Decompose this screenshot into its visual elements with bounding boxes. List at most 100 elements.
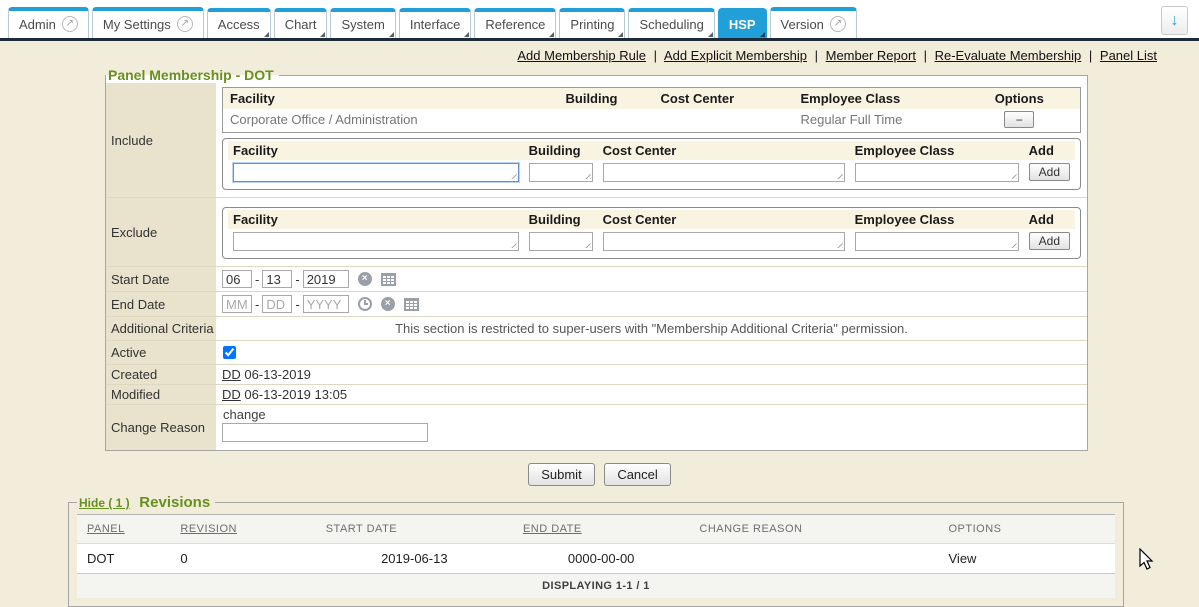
- change-reason-label: Change Reason: [106, 405, 216, 450]
- external-link-icon: ↗: [830, 16, 846, 32]
- modified-label: Modified: [106, 385, 216, 404]
- revision-change-reason: [689, 544, 938, 574]
- link-separator: |: [654, 48, 657, 63]
- member-report-link[interactable]: Member Report: [826, 48, 916, 63]
- exclude-employee-class-input[interactable]: [855, 232, 1019, 251]
- tab-label: Reference: [485, 17, 545, 32]
- active-checkbox[interactable]: [223, 346, 236, 359]
- include-rules-table: Facility Building Cost Center Employee C…: [222, 87, 1081, 133]
- tab-printing[interactable]: Printing: [559, 8, 625, 38]
- col-facility: Facility: [223, 88, 559, 110]
- change-reason-row: Change Reason change: [106, 405, 1087, 450]
- col-employee-class: Employee Class: [850, 141, 1024, 160]
- tab-label: Access: [218, 17, 260, 32]
- col-employee-class: Employee Class: [794, 88, 959, 110]
- revision-view-link[interactable]: View: [939, 544, 1116, 574]
- include-row: Include Facility Building Cost Center Em…: [106, 83, 1087, 198]
- col-add: Add: [1024, 141, 1075, 160]
- clear-date-icon[interactable]: ×: [358, 272, 372, 286]
- include-building-input[interactable]: [529, 163, 593, 182]
- include-add-button[interactable]: Add: [1029, 163, 1070, 181]
- start-date-month-input[interactable]: [222, 270, 252, 288]
- collapse-menu-button[interactable]: ↓: [1161, 6, 1188, 35]
- col-revision[interactable]: REVISION: [170, 515, 315, 544]
- down-arrow-icon: ↓: [1171, 12, 1179, 30]
- remove-rule-button[interactable]: −: [1004, 111, 1034, 128]
- col-options: Options: [959, 88, 1081, 110]
- tab-my-settings[interactable]: My Settings ↗: [92, 7, 204, 38]
- tab-label: My Settings: [103, 17, 171, 32]
- tab-version[interactable]: Version ↗: [770, 7, 857, 38]
- include-cost-center-input[interactable]: [603, 163, 845, 182]
- hide-revisions-link[interactable]: Hide ( 1 ): [79, 496, 130, 510]
- external-link-icon: ↗: [62, 16, 78, 32]
- col-building: Building: [524, 141, 598, 160]
- add-explicit-membership-link[interactable]: Add Explicit Membership: [664, 48, 807, 63]
- exclude-add-button[interactable]: Add: [1029, 232, 1070, 250]
- calendar-icon[interactable]: [381, 273, 396, 286]
- created-date: 06-13-2019: [244, 367, 311, 382]
- start-date-row: Start Date - - ×: [106, 267, 1087, 292]
- date-separator: -: [255, 272, 259, 287]
- include-employee-class-input[interactable]: [855, 163, 1019, 182]
- re-evaluate-membership-link[interactable]: Re-Evaluate Membership: [935, 48, 1082, 63]
- link-separator: |: [815, 48, 818, 63]
- exclude-facility-input[interactable]: [233, 232, 519, 251]
- col-add: Add: [1024, 210, 1075, 229]
- col-end-date[interactable]: END DATE: [513, 515, 689, 544]
- tab-label: Chart: [285, 17, 317, 32]
- col-options: OPTIONS: [939, 515, 1116, 544]
- start-date-day-input[interactable]: [262, 270, 292, 288]
- exclude-cost-center-input[interactable]: [603, 232, 845, 251]
- tab-system[interactable]: System: [330, 8, 395, 38]
- modified-row: Modified DD 06-13-2019 13:05: [106, 385, 1087, 405]
- end-date-day-input[interactable]: [262, 295, 292, 313]
- include-facility-input[interactable]: [233, 163, 519, 182]
- tab-chart[interactable]: Chart: [274, 8, 328, 38]
- link-separator: |: [924, 48, 927, 63]
- mouse-cursor-icon: [1138, 548, 1156, 572]
- revision-start-date: 2019-06-13: [316, 544, 513, 574]
- created-user-link[interactable]: DD: [222, 367, 241, 382]
- tab-label: System: [341, 17, 384, 32]
- tab-admin[interactable]: Admin ↗: [8, 7, 89, 38]
- tab-scheduling[interactable]: Scheduling: [628, 8, 714, 38]
- active-row: Active: [106, 341, 1087, 365]
- end-date-label: End Date: [106, 292, 216, 316]
- date-separator: -: [255, 297, 259, 312]
- tab-hsp-active[interactable]: HSP: [718, 8, 767, 38]
- revisions-table: PANEL REVISION START DATE END DATE CHANG…: [77, 514, 1115, 598]
- page-action-links: Add Membership Rule | Add Explicit Membe…: [0, 41, 1199, 67]
- cancel-button[interactable]: Cancel: [604, 463, 670, 486]
- panel-membership-title: Panel Membership - DOT: [108, 67, 274, 83]
- created-row: Created DD 06-13-2019: [106, 365, 1087, 385]
- submit-button[interactable]: Submit: [528, 463, 594, 486]
- change-reason-input[interactable]: [222, 423, 428, 442]
- top-tab-bar: Admin ↗ My Settings ↗ Access Chart Syste…: [0, 0, 1199, 41]
- calendar-icon[interactable]: [404, 298, 419, 311]
- end-date-month-input[interactable]: [222, 295, 252, 313]
- tab-reference[interactable]: Reference: [474, 8, 556, 38]
- clock-icon[interactable]: [358, 297, 372, 311]
- start-date-year-input[interactable]: [303, 270, 349, 288]
- restricted-section-note: This section is restricted to super-user…: [222, 319, 1081, 338]
- panel-list-link[interactable]: Panel List: [1100, 48, 1157, 63]
- tab-access[interactable]: Access: [207, 8, 271, 38]
- clear-date-icon[interactable]: ×: [381, 297, 395, 311]
- col-change-reason: CHANGE REASON: [689, 515, 938, 544]
- exclude-label: Exclude: [106, 198, 216, 266]
- col-panel[interactable]: PANEL: [77, 515, 170, 544]
- tab-label: HSP: [729, 17, 756, 32]
- end-date-year-input[interactable]: [303, 295, 349, 313]
- form-buttons: Submit Cancel: [0, 463, 1199, 486]
- exclude-building-input[interactable]: [529, 232, 593, 251]
- add-membership-rule-link[interactable]: Add Membership Rule: [517, 48, 646, 63]
- table-paging-status: DISPLAYING 1-1 / 1: [77, 574, 1115, 599]
- link-separator: |: [1089, 48, 1092, 63]
- col-building: Building: [524, 210, 598, 229]
- rule-facility: Corporate Office / Administration: [223, 109, 559, 133]
- modified-user-link[interactable]: DD: [222, 387, 241, 402]
- tab-interface[interactable]: Interface: [399, 8, 472, 38]
- dropdown-corner-icon: [320, 32, 325, 37]
- start-date-label: Start Date: [106, 267, 216, 291]
